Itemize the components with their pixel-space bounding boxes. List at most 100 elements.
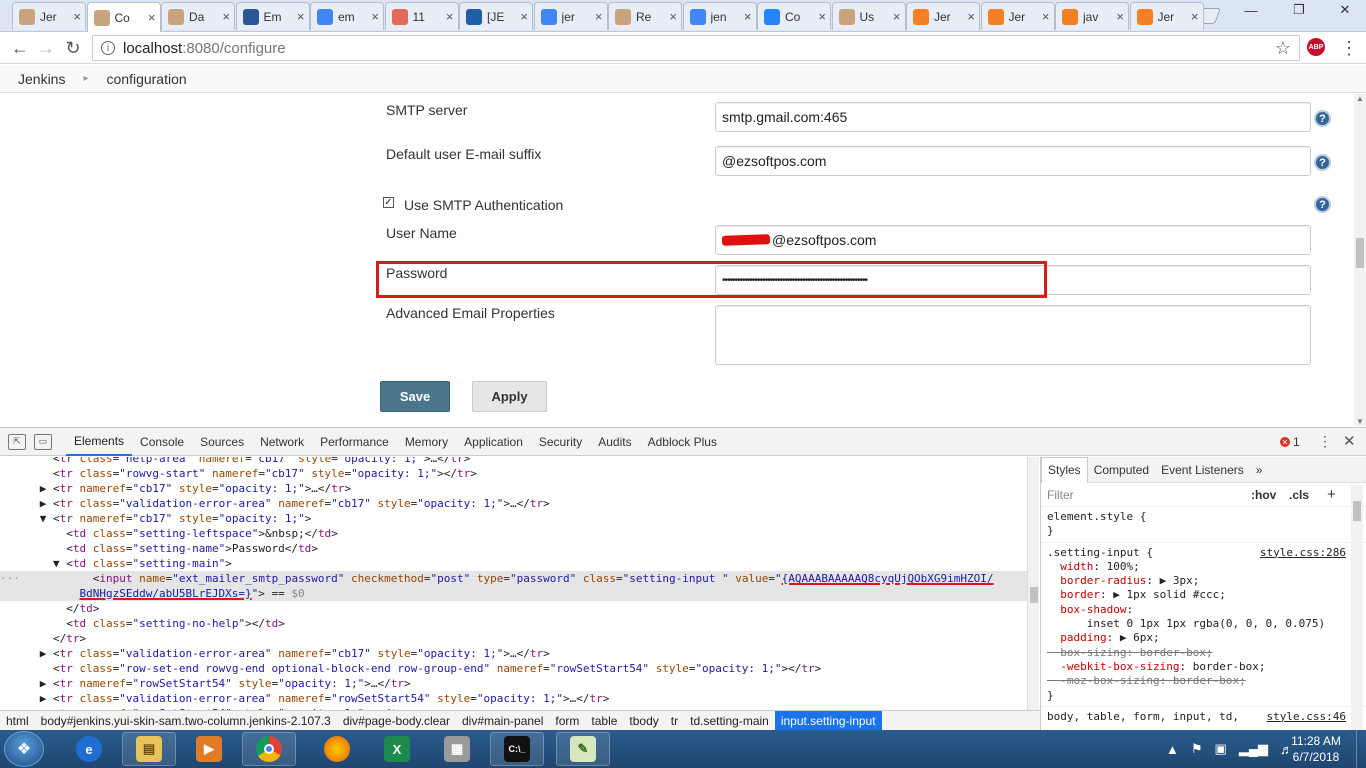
- bottom-source-link[interactable]: style.css:46: [1267, 710, 1346, 724]
- close-tab-icon[interactable]: ×: [595, 9, 603, 24]
- styles-filter[interactable]: Filter :hov .cls +: [1041, 483, 1366, 507]
- notepad-icon[interactable]: ✎: [556, 732, 610, 766]
- devtools-tab-memory[interactable]: Memory: [397, 428, 456, 456]
- minimize-icon[interactable]: —: [1236, 0, 1266, 20]
- devtools-tab-application[interactable]: Application: [456, 428, 531, 456]
- devtools-tab-elements[interactable]: Elements: [66, 428, 133, 456]
- info-icon[interactable]: i: [101, 41, 115, 55]
- close-tab-icon[interactable]: ×: [371, 9, 379, 24]
- css-property[interactable]: border-radius: ▶ 3px;: [1047, 574, 1360, 588]
- devtools-tab-console[interactable]: Console: [132, 428, 192, 456]
- dom-line[interactable]: </tr>: [0, 631, 1027, 646]
- dom-breadcrumb-item[interactable]: body#jenkins.yui-skin-sam.two-column.jen…: [35, 714, 337, 728]
- browser-tab[interactable]: Re ×: [608, 2, 682, 30]
- tray-expand-icon[interactable]: ▲: [1166, 742, 1179, 757]
- url-input[interactable]: i localhost:8080/configure ☆: [92, 35, 1300, 61]
- styles-tab[interactable]: Event Listeners: [1155, 457, 1250, 483]
- reload-icon[interactable]: ↻: [63, 38, 83, 58]
- dom-line[interactable]: ▶ <tr class="validation-error-area" name…: [0, 646, 1027, 661]
- close-tab-icon[interactable]: ×: [446, 9, 454, 24]
- username-input[interactable]: @ezsoftpos.com: [715, 225, 1311, 255]
- selected-dom-line[interactable]: ··· <input name="ext_mailer_smtp_passwor…: [0, 571, 1027, 601]
- browser-tab[interactable]: Jer ×: [1129, 2, 1204, 30]
- devtools-tab-audits[interactable]: Audits: [590, 428, 639, 456]
- bookmark-star-icon[interactable]: ☆: [1275, 38, 1291, 59]
- dom-line[interactable]: ▼ <td class="setting-main">: [0, 556, 1027, 571]
- browser-tab[interactable]: jen ×: [682, 2, 757, 30]
- dom-breadcrumb-item[interactable]: input.setting-input: [774, 710, 882, 732]
- taskbar-clock[interactable]: 11:28 AM 6/7/2018: [1286, 733, 1346, 765]
- css-property[interactable]: box-sizing: border-box;: [1047, 646, 1360, 660]
- new-rule-icon[interactable]: +: [1327, 486, 1336, 503]
- scroll-up-icon[interactable]: ▲: [1356, 94, 1364, 103]
- advanced-email-textarea[interactable]: [715, 305, 1311, 365]
- hov-toggle[interactable]: :hov: [1251, 488, 1276, 502]
- file-explorer-icon[interactable]: ▤: [122, 732, 176, 766]
- browser-tab[interactable]: Em ×: [235, 2, 310, 30]
- dom-breadcrumb-item[interactable]: tr: [665, 714, 684, 728]
- close-tab-icon[interactable]: ×: [297, 9, 305, 24]
- devtools-tab-adblock-plus[interactable]: Adblock Plus: [640, 428, 725, 456]
- device-toolbar-icon[interactable]: ▭: [34, 433, 52, 450]
- dom-breadcrumb-item[interactable]: td.setting-main: [684, 714, 775, 728]
- browser-tab[interactable]: jer ×: [533, 2, 608, 30]
- start-button[interactable]: ❖: [4, 731, 44, 767]
- excel-icon[interactable]: X: [370, 732, 424, 766]
- save-button[interactable]: Save: [380, 381, 450, 412]
- close-tab-icon[interactable]: ×: [222, 9, 230, 24]
- close-window-icon[interactable]: ✕: [1330, 0, 1360, 20]
- dom-line[interactable]: ▶ <tr nameref="rowSetStart54" style="opa…: [0, 676, 1027, 691]
- close-devtools-icon[interactable]: ✕: [1343, 432, 1356, 450]
- dom-line[interactable]: ▶ <tr nameref="cb17" style="opacity: 1;"…: [0, 481, 1027, 496]
- dom-line[interactable]: <td class="setting-leftspace">&nbsp;</td…: [0, 526, 1027, 541]
- devtools-tab-network[interactable]: Network: [252, 428, 312, 456]
- browser-tab[interactable]: Us ×: [831, 2, 906, 30]
- apply-button[interactable]: Apply: [472, 381, 547, 412]
- firefox-icon[interactable]: [310, 732, 364, 766]
- dom-line[interactable]: </td>: [0, 601, 1027, 616]
- cls-toggle[interactable]: .cls: [1289, 488, 1309, 502]
- scroll-thumb[interactable]: [1030, 587, 1038, 603]
- css-property[interactable]: border: ▶ 1px solid #ccc;: [1047, 588, 1360, 602]
- elements-tree[interactable]: <tr class="help-area" nameref="cb17" sty…: [0, 457, 1027, 710]
- maximize-icon[interactable]: ❐: [1284, 0, 1314, 20]
- usb-icon[interactable]: ▣: [1215, 741, 1227, 757]
- dom-breadcrumb-item[interactable]: html: [0, 714, 35, 728]
- css-property[interactable]: padding: ▶ 6px;: [1047, 631, 1360, 645]
- scroll-down-icon[interactable]: ▼: [1356, 417, 1364, 426]
- devtools-tab-performance[interactable]: Performance: [312, 428, 397, 456]
- media-player-icon[interactable]: ▶: [182, 732, 236, 766]
- rule-source-link[interactable]: style.css:286: [1260, 546, 1346, 560]
- dom-line[interactable]: ▶ <tr class="validation-error-area" name…: [0, 496, 1027, 511]
- close-tab-icon[interactable]: ×: [967, 9, 975, 24]
- close-tab-icon[interactable]: ×: [1191, 9, 1199, 24]
- dom-line[interactable]: <tr class="row-set-end rowvg-end optiona…: [0, 661, 1027, 676]
- browser-tab[interactable]: jav ×: [1055, 2, 1129, 30]
- scroll-thumb[interactable]: [1356, 238, 1364, 268]
- styles-tab[interactable]: Styles: [1041, 457, 1088, 483]
- css-property[interactable]: inset 0 1px 1px rgba(0, 0, 0, 0.075): [1047, 617, 1360, 631]
- dom-line[interactable]: <tr class="help-area" nameref="cb17" sty…: [0, 457, 1027, 466]
- close-tab-icon[interactable]: ×: [818, 9, 826, 24]
- css-property[interactable]: -webkit-box-sizing: border-box;: [1047, 660, 1360, 674]
- firewall-icon[interactable]: ▦: [430, 732, 484, 766]
- browser-tab[interactable]: 11 ×: [384, 2, 459, 30]
- styles-tab[interactable]: Computed: [1088, 457, 1155, 483]
- styles-tab[interactable]: »: [1250, 457, 1269, 483]
- filter-input[interactable]: Filter: [1047, 488, 1074, 502]
- chrome-icon[interactable]: [242, 732, 296, 766]
- browser-menu-icon[interactable]: ⋮: [1340, 38, 1358, 59]
- internet-explorer-icon[interactable]: e: [62, 732, 116, 766]
- elements-scrollbar[interactable]: [1027, 457, 1039, 710]
- css-property[interactable]: -moz-box-sizing: border-box;: [1047, 674, 1360, 688]
- browser-tab[interactable]: Co ×: [757, 2, 831, 30]
- close-tab-icon[interactable]: ×: [520, 9, 528, 24]
- dom-line[interactable]: <td class="setting-no-help"></td>: [0, 616, 1027, 631]
- close-tab-icon[interactable]: ×: [148, 10, 156, 25]
- help-icon[interactable]: ?: [1314, 110, 1331, 127]
- show-desktop-button[interactable]: [1356, 730, 1366, 768]
- dom-line[interactable]: ▼ <tr nameref="cb17" style="opacity: 1;"…: [0, 511, 1027, 526]
- devtools-menu-icon[interactable]: ⋮: [1318, 433, 1332, 450]
- breadcrumb-jenkins[interactable]: Jenkins: [0, 71, 83, 87]
- command-prompt-icon[interactable]: C:\_: [490, 732, 544, 766]
